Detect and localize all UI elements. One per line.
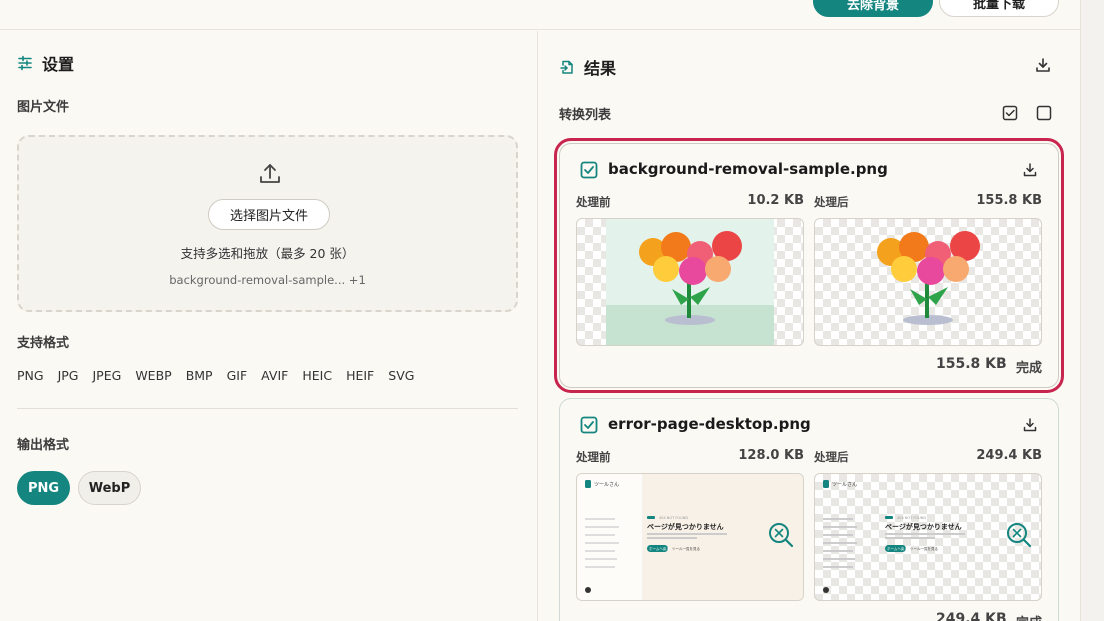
- select-all-checkbox-icon[interactable]: [1001, 104, 1019, 122]
- output-format-png[interactable]: PNG: [17, 471, 70, 505]
- thumb-btn2: ツール一覧を見る: [672, 546, 700, 551]
- flower-image-transparent: [877, 231, 980, 325]
- supported-formats-list: PNG JPG JPEG WEBP BMP GIF AVIF HEIC HEIF…: [17, 368, 428, 383]
- result-card[interactable]: background-removal-sample.png 处理前 10.2 K…: [554, 138, 1064, 393]
- before-preview: ツールさん 404 NOT FOUND ページが見つかりません ホームへ戻る ツ…: [576, 473, 804, 601]
- result-card[interactable]: error-page-desktop.png 处理前 128.0 KB 处理后 …: [559, 398, 1059, 621]
- output-format-webp[interactable]: WebP: [78, 471, 141, 505]
- thumb-btn1: ホームへ戻る: [649, 546, 670, 551]
- thumb-app-name: ツールさん: [832, 481, 857, 488]
- after-label: 处理后: [814, 450, 849, 464]
- settings-title: 设置: [42, 55, 75, 74]
- result-filename: background-removal-sample.png: [608, 160, 888, 178]
- after-preview: ツールさん 404 NOT FOUND ページが見つかりません ホームへ戻る ツ…: [814, 473, 1042, 601]
- thumb-badge: 404 NOT FOUND: [659, 516, 688, 520]
- output-format-label: 输出格式: [17, 438, 70, 453]
- before-label: 处理前: [576, 450, 611, 464]
- download-icon[interactable]: [1022, 162, 1038, 178]
- final-size: 155.8 KB: [936, 356, 1007, 372]
- before-preview: [576, 218, 804, 346]
- results-panel: 结果 转换列表 background-removal-sample.png 处理…: [539, 31, 1080, 621]
- top-bar: 去除背景 批量下载: [0, 0, 1080, 30]
- format-item: JPG: [57, 368, 79, 383]
- format-item: PNG: [17, 368, 44, 383]
- thumb-btn2: ツール一覧を見る: [910, 546, 938, 551]
- result-filename: error-page-desktop.png: [608, 415, 811, 433]
- selected-files-text: background-removal-sample... +1: [169, 273, 366, 287]
- final-size: 249.4 KB: [936, 611, 1007, 621]
- download-all-icon[interactable]: [1034, 56, 1052, 74]
- batch-download-button[interactable]: 批量下载: [939, 0, 1059, 17]
- after-size: 155.8 KB: [976, 193, 1042, 208]
- thumb-btn1: ホームへ戻る: [887, 546, 908, 551]
- before-size: 10.2 KB: [747, 193, 804, 208]
- file-export-icon: [560, 60, 573, 74]
- settings-panel: 设置 图片文件 选择图片文件 支持多选和拖放（最多 20 张） backgrou…: [0, 31, 538, 621]
- format-item: HEIF: [346, 368, 375, 383]
- remove-background-button[interactable]: 去除背景: [813, 0, 933, 17]
- format-item: WEBP: [135, 368, 172, 383]
- format-item: SVG: [388, 368, 415, 383]
- format-item: JPEG: [92, 368, 122, 383]
- after-label: 处理后: [814, 195, 849, 209]
- status-badge: 完成: [1016, 612, 1042, 621]
- results-header: 结果: [559, 55, 616, 79]
- checked-checkbox-icon[interactable]: [580, 161, 598, 179]
- after-preview: [814, 218, 1042, 346]
- before-label: 处理前: [576, 195, 611, 209]
- download-icon[interactable]: [1022, 417, 1038, 433]
- select-image-file-button[interactable]: 选择图片文件: [208, 199, 330, 230]
- settings-header: 设置: [17, 51, 74, 75]
- thumb-heading: ページが見つかりません: [885, 522, 962, 531]
- scrollbar-track[interactable]: [1080, 0, 1104, 621]
- conversion-list-label: 转换列表: [559, 108, 612, 123]
- error-page-screenshot: ツールさん 404 NOT FOUND ページが見つかりません ホームへ戻る ツ…: [577, 474, 803, 600]
- image-file-label: 图片文件: [17, 100, 70, 115]
- format-item: BMP: [185, 368, 213, 383]
- thumb-heading: ページが見つかりません: [647, 522, 724, 531]
- error-page-screenshot-transparent: ツールさん 404 NOT FOUND ページが見つかりません ホームへ戻る ツ…: [823, 480, 1032, 593]
- format-item: GIF: [226, 368, 248, 383]
- upload-icon: [260, 164, 280, 183]
- divider: [17, 408, 518, 409]
- status-badge: 完成: [1016, 361, 1043, 376]
- deselect-all-checkbox-icon[interactable]: [1035, 104, 1053, 122]
- sliders-icon: [18, 55, 32, 71]
- thumb-app-name: ツールさん: [594, 481, 619, 488]
- format-item: HEIC: [302, 368, 333, 383]
- results-title: 结果: [584, 59, 617, 78]
- before-size: 128.0 KB: [738, 448, 804, 463]
- file-dropzone[interactable]: 选择图片文件 支持多选和拖放（最多 20 张） background-remov…: [17, 135, 518, 312]
- thumb-badge: 404 NOT FOUND: [897, 516, 926, 520]
- dropzone-hint: 支持多选和拖放（最多 20 张）: [180, 246, 355, 261]
- checked-checkbox-icon[interactable]: [580, 416, 598, 434]
- after-size: 249.4 KB: [976, 448, 1042, 463]
- format-item: AVIF: [261, 368, 289, 383]
- supported-formats-label: 支持格式: [17, 336, 70, 351]
- flower-image: [606, 219, 774, 345]
